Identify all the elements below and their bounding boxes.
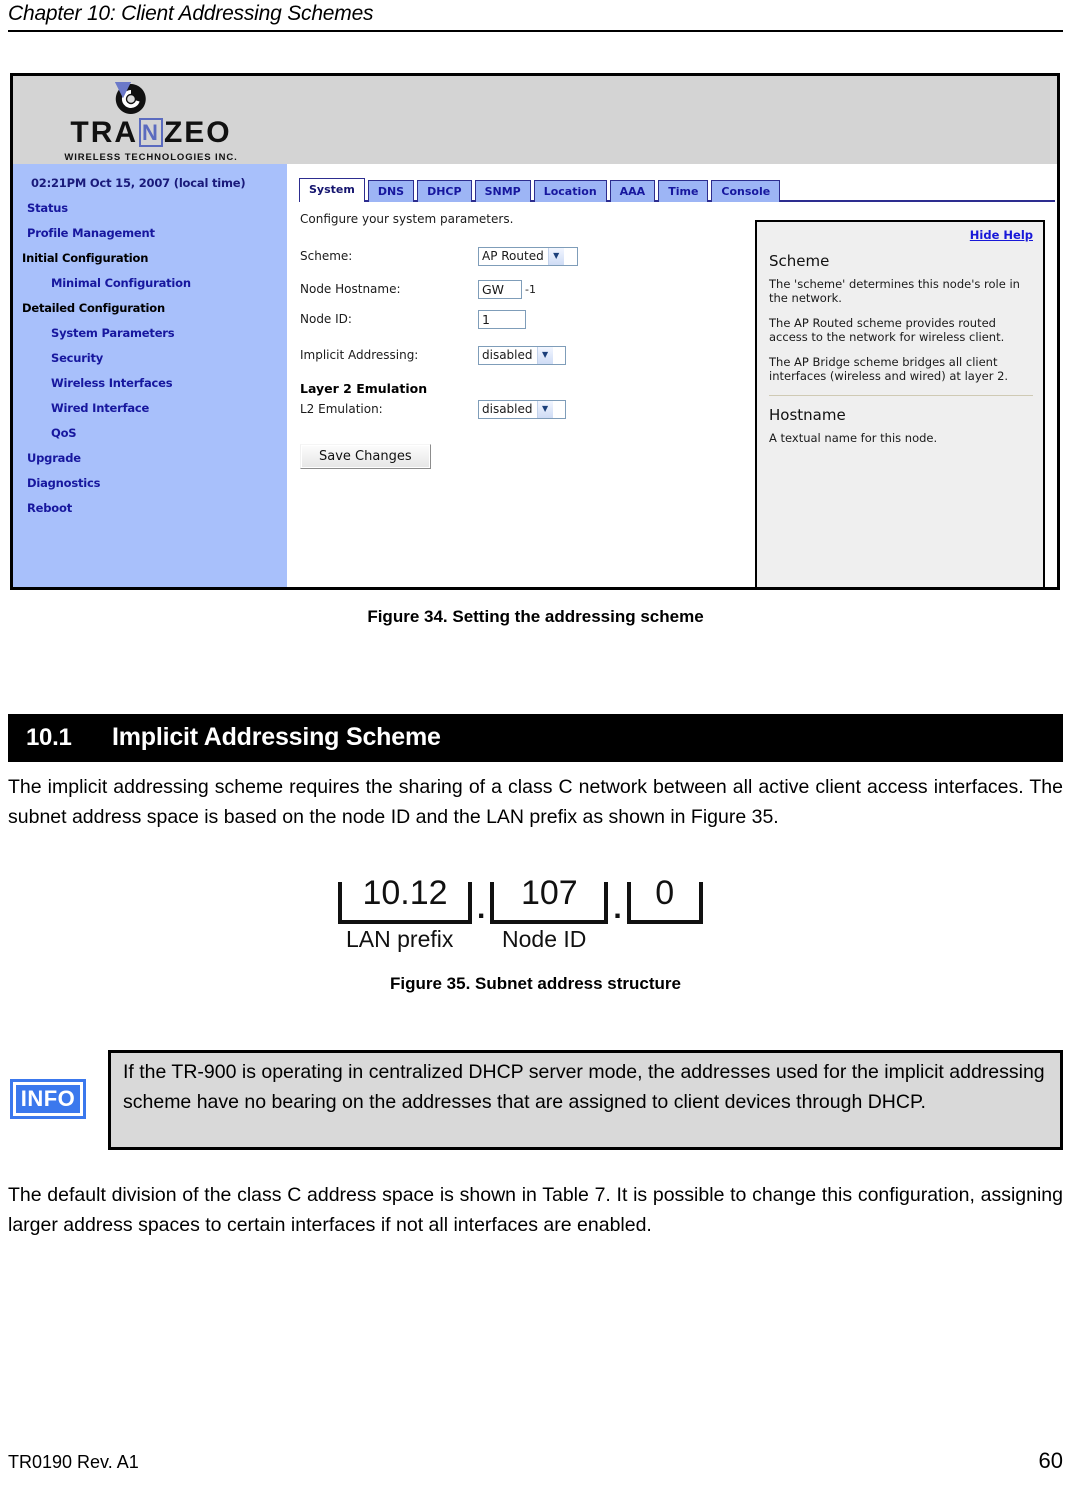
implicit-addressing-value: disabled [482, 348, 533, 362]
octet-value-2: 107 [520, 874, 578, 912]
content-panel: System DNS DHCP SNMP Location AAA Time C… [287, 164, 1057, 587]
sidebar-item-upgrade[interactable]: Upgrade [13, 440, 287, 465]
sidebar-item-wireless-interfaces[interactable]: Wireless Interfaces [13, 365, 287, 390]
wordmark-boxed-n: N [139, 118, 163, 147]
sidebar-item-status[interactable]: Status [13, 190, 287, 215]
sidebar-item-qos[interactable]: QoS [13, 415, 287, 440]
scheme-select[interactable]: AP Routed ▼ [478, 246, 578, 266]
footer-document-id: TR0190 Rev. A1 [8, 1452, 139, 1472]
l2-emulation-value: disabled [482, 402, 533, 416]
tab-aaa[interactable]: AAA [609, 180, 656, 202]
sidebar-clock: 02:21PM Oct 15, 2007 (local time) [31, 176, 246, 190]
label-lan-prefix: LAN prefix [346, 926, 454, 952]
save-changes-button[interactable]: Save Changes [300, 444, 431, 469]
system-parameters-form: Scheme: AP Routed ▼ Node Hostname: GW -1… [300, 244, 740, 469]
section-title: Implicit Addressing Scheme [112, 723, 441, 751]
tab-time[interactable]: Time [658, 180, 709, 202]
octet-separator-1: . [477, 892, 486, 925]
octet-group-host: 0 [626, 876, 703, 924]
octet-group-lan-prefix: 10.12 [338, 876, 472, 924]
help-divider [769, 395, 1033, 396]
l2-emulation-select[interactable]: disabled ▼ [478, 399, 566, 419]
hostname-label: Node Hostname: [300, 282, 401, 296]
tab-console[interactable]: Console [711, 180, 781, 202]
scheme-select-value: AP Routed [482, 249, 544, 263]
scheme-row: Scheme: AP Routed ▼ [300, 244, 740, 268]
tab-bar: System DNS DHCP SNMP Location AAA Time C… [299, 174, 1055, 202]
chevron-down-icon: ▼ [536, 346, 553, 364]
l2-emulation-row: L2 Emulation: disabled ▼ [300, 397, 740, 421]
help-hostname-paragraph-1: A textual name for this node. [769, 431, 938, 445]
help-heading-hostname: Hostname [769, 406, 846, 424]
subnet-labels-row: LAN prefix Node ID [338, 926, 738, 956]
help-heading-scheme: Scheme [769, 252, 830, 270]
nodeid-row: Node ID: 1 [300, 307, 740, 331]
header-divider [8, 30, 1063, 32]
sidebar-heading-initial-configuration: Initial Configuration [22, 251, 149, 265]
octet-value-3: 0 [655, 874, 675, 912]
figure-35-diagram: 10.12 . 107 . 0 LAN prefix Node ID [338, 876, 738, 958]
sidebar-item-security[interactable]: Security [13, 340, 287, 365]
hostname-input[interactable]: GW [478, 279, 522, 299]
section-heading-bar: 10.1 Implicit Addressing Scheme [8, 714, 1063, 762]
form-intro-text: Configure your system parameters. [300, 212, 514, 226]
closing-paragraph: The default division of the class C addr… [8, 1184, 1063, 1236]
help-panel: Hide Help Scheme The 'scheme' determines… [755, 220, 1045, 587]
nodeid-input[interactable]: 1 [478, 309, 526, 329]
info-note-text: If the TR-900 is operating in centralize… [123, 1061, 1045, 1113]
logo-panel: TRA N ZEO WIRELESS TECHNOLOGIES INC. [13, 76, 287, 164]
logo-panel-filler [287, 76, 1057, 165]
sidebar-item-minimal-configuration[interactable]: Minimal Configuration [13, 265, 287, 290]
layer2-emulation-heading: Layer 2 Emulation [300, 381, 428, 396]
label-node-id: Node ID [502, 926, 587, 952]
brand-wordmark: TRA N ZEO WIRELESS TECHNOLOGIES INC. [21, 116, 281, 164]
sidebar-item-wired-interface[interactable]: Wired Interface [13, 390, 287, 415]
implicit-addressing-label: Implicit Addressing: [300, 348, 419, 362]
wordmark-part-2: ZEO [163, 116, 232, 149]
page-header: Chapter 10: Client Addressing Schemes [8, 2, 1063, 32]
footer-page-number: 60 [1038, 1448, 1063, 1473]
chevron-down-icon: ▼ [536, 400, 553, 418]
octet-group-node-id: 107 [490, 876, 609, 924]
hostname-suffix: -1 [525, 282, 536, 296]
figure-34-screenshot: TRA N ZEO WIRELESS TECHNOLOGIES INC. 02:21… [10, 73, 1060, 590]
tab-snmp[interactable]: SNMP [474, 180, 531, 202]
tab-location[interactable]: Location [533, 180, 607, 202]
chevron-down-icon: ▼ [547, 247, 564, 265]
hostname-row: Node Hostname: GW -1 [300, 277, 740, 301]
figure-35-caption: Figure 35. Subnet address structure [390, 974, 681, 993]
implicit-addressing-select[interactable]: disabled ▼ [478, 345, 566, 365]
sidebar-item-reboot[interactable]: Reboot [13, 490, 287, 515]
octet-value-1: 10.12 [362, 874, 448, 912]
nodeid-label: Node ID: [300, 312, 352, 326]
subnet-octets-row: 10.12 . 107 . 0 [338, 876, 738, 925]
info-icon-label: INFO [20, 1086, 76, 1111]
help-scheme-paragraph-3: The AP Bridge scheme bridges all client … [769, 355, 1009, 383]
octet-separator-2: . [613, 892, 622, 925]
help-scheme-paragraph-2: The AP Routed scheme provides routed acc… [769, 316, 1005, 344]
tab-system[interactable]: System [299, 178, 365, 202]
info-note-box: If the TR-900 is operating in centralize… [108, 1050, 1063, 1150]
tab-dns[interactable]: DNS [367, 180, 415, 202]
sidebar-item-system-parameters[interactable]: System Parameters [13, 315, 287, 340]
scheme-label: Scheme: [300, 249, 353, 263]
sidebar-item-diagnostics[interactable]: Diagnostics [13, 465, 287, 490]
nav-sidebar: 02:21PM Oct 15, 2007 (local time) Status… [13, 164, 287, 587]
wordmark-part-1: TRA [70, 116, 139, 149]
info-icon: INFO [10, 1079, 86, 1119]
sidebar-heading-detailed-configuration: Detailed Configuration [22, 301, 165, 315]
figure-34-caption: Figure 34. Setting the addressing scheme [367, 607, 704, 626]
chapter-title: Chapter 10: Client Addressing Schemes [8, 2, 374, 25]
section-number: 10.1 [26, 724, 72, 751]
brand-tagline: WIRELESS TECHNOLOGIES INC. [64, 152, 238, 163]
help-scheme-paragraph-1: The 'scheme' determines this node's role… [769, 277, 1020, 305]
implicit-addressing-row: Implicit Addressing: disabled ▼ [300, 343, 740, 367]
satellite-dish-icon [115, 82, 146, 114]
l2-emulation-label: L2 Emulation: [300, 402, 383, 416]
hide-help-link[interactable]: Hide Help [769, 228, 1033, 242]
sidebar-item-profile-management[interactable]: Profile Management [13, 215, 287, 240]
intro-paragraph: The implicit addressing scheme requires … [8, 776, 1063, 828]
tab-dhcp[interactable]: DHCP [417, 180, 472, 202]
